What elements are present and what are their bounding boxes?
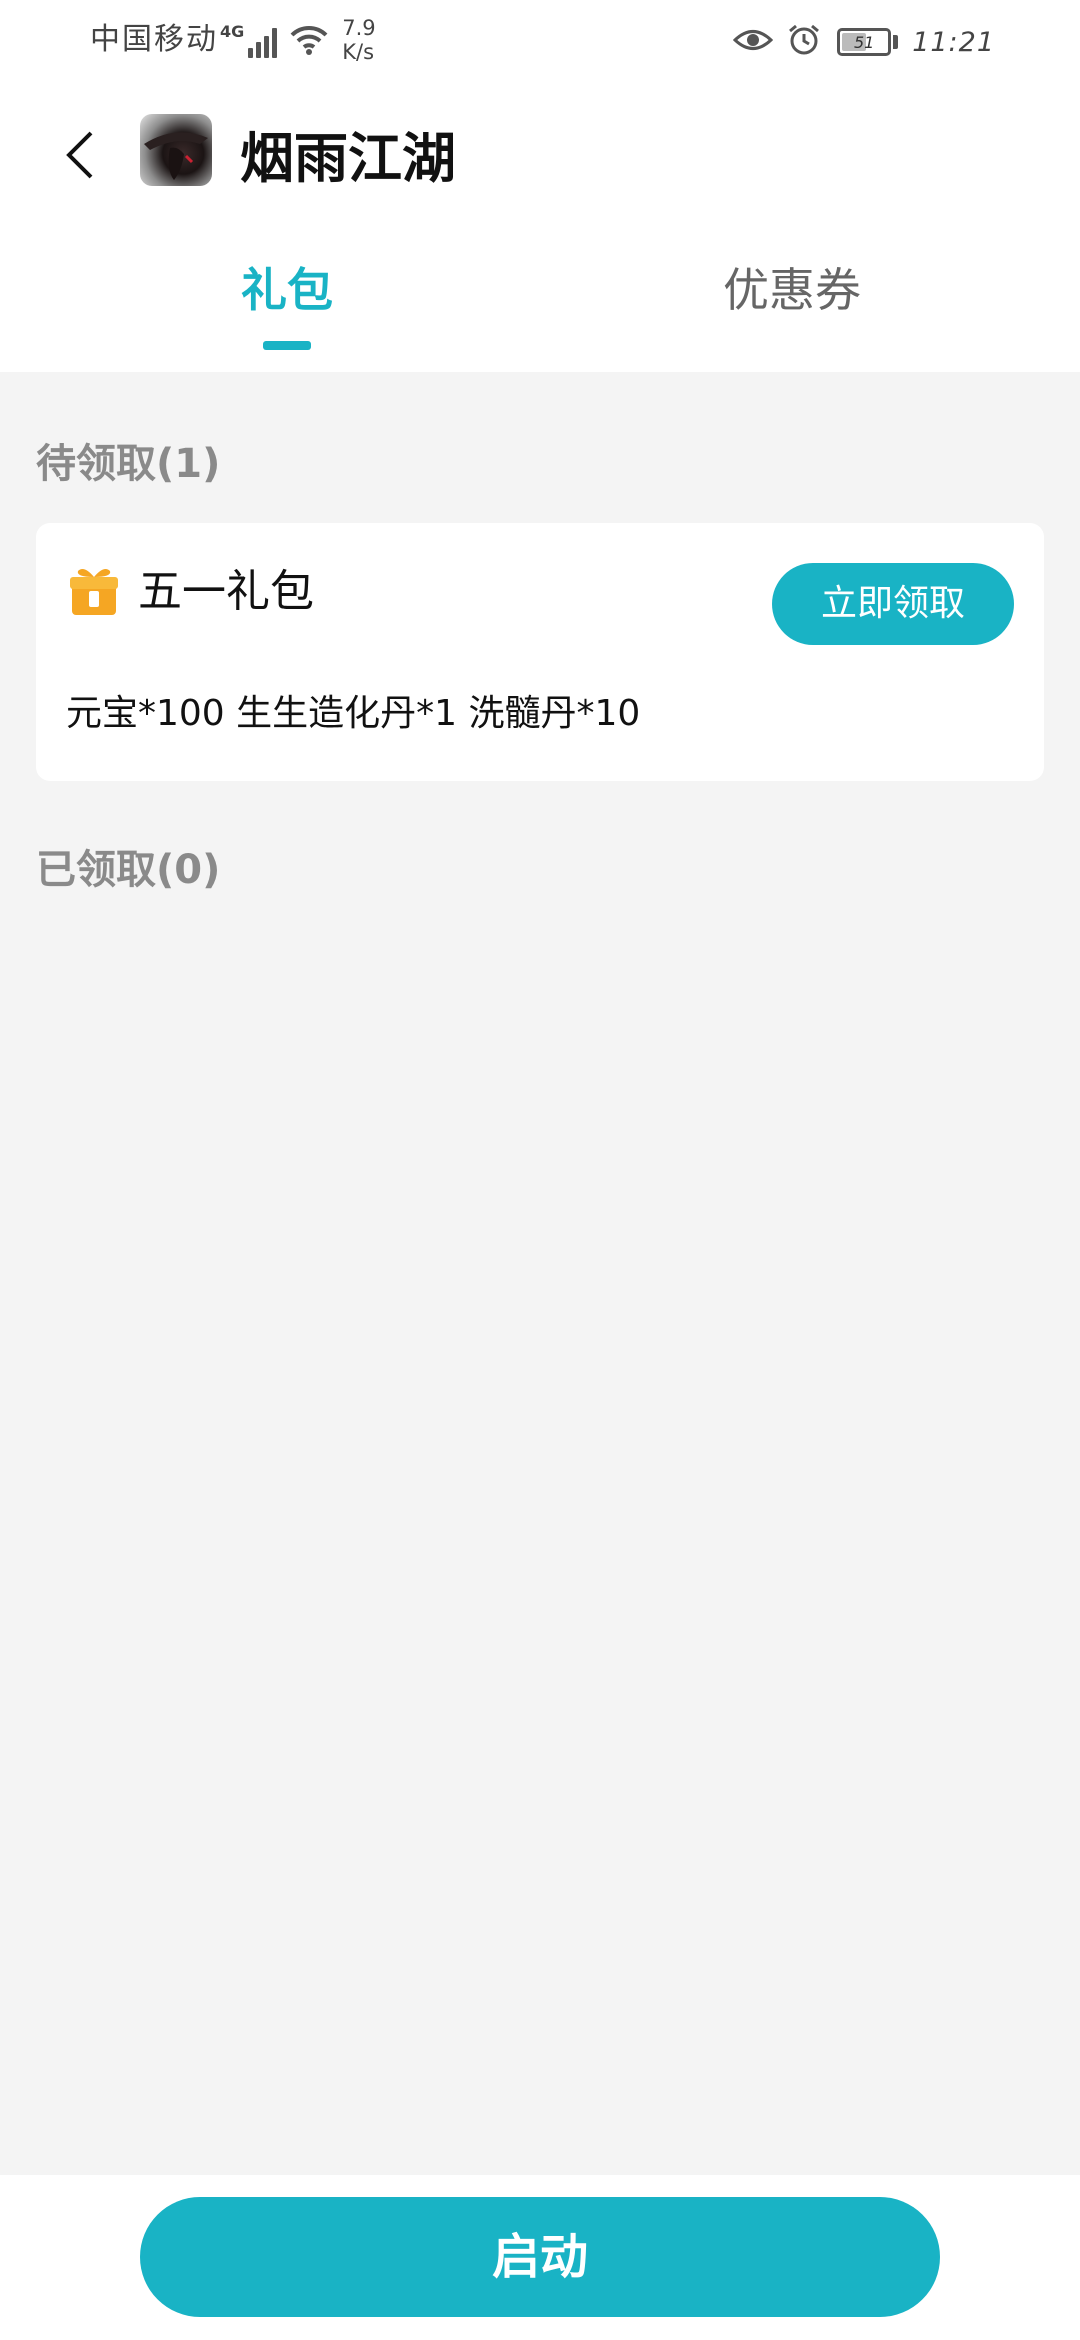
wifi-icon <box>290 24 328 60</box>
eye-icon <box>733 27 774 57</box>
battery-level: 51 <box>854 32 875 52</box>
gift-name: 五一礼包 <box>138 566 314 617</box>
bottom-bar: 启动 <box>0 2175 1080 2340</box>
battery-tip <box>893 35 899 49</box>
network-type: 4G <box>220 22 245 41</box>
alarm-icon <box>787 23 821 61</box>
gift-items: 元宝*100 生生造化丹*1 洗髓丹*10 <box>66 693 641 734</box>
status-left: 中国移动 4G 7.9 K/s <box>90 16 376 64</box>
battery-icon: 51 <box>837 28 892 56</box>
app-header: 烟雨江湖 礼包 优惠券 <box>0 80 1080 372</box>
tab-coupon-label: 优惠券 <box>723 263 861 317</box>
launch-button[interactable]: 启动 <box>140 2197 940 2317</box>
tab-bar: 礼包 优惠券 <box>0 255 1080 372</box>
gift-icon <box>68 565 120 617</box>
pending-section-title: 待领取(1) <box>36 441 221 487</box>
tab-coupon[interactable]: 优惠券 <box>642 255 942 372</box>
tab-gift-label: 礼包 <box>241 263 333 317</box>
back-button[interactable] <box>50 120 110 190</box>
status-time: 11:21 <box>912 26 995 58</box>
gift-card: 五一礼包 立即领取 元宝*100 生生造化丹*1 洗髓丹*10 <box>36 523 1044 781</box>
active-tab-indicator <box>263 341 311 350</box>
tab-gift[interactable]: 礼包 <box>137 255 437 372</box>
signal-icon <box>248 24 280 58</box>
page-title: 烟雨江湖 <box>240 127 456 190</box>
status-bar: 中国移动 4G 7.9 K/s 51 11:21 <box>0 0 1080 80</box>
speed-value: 7.9 <box>342 16 376 40</box>
game-icon <box>140 114 212 186</box>
speed-unit: K/s <box>342 40 375 64</box>
network-speed: 7.9 K/s <box>342 16 375 64</box>
received-section-title: 已领取(0) <box>36 847 221 893</box>
carrier-name: 中国移动 <box>90 22 218 57</box>
claim-button[interactable]: 立即领取 <box>772 563 1014 645</box>
chevron-left-icon <box>66 131 93 179</box>
screen: 中国移动 4G 7.9 K/s 51 11:21 烟雨江湖 礼包 优惠券 待领取… <box>0 0 1080 2340</box>
status-right: 51 11:21 <box>719 20 995 64</box>
